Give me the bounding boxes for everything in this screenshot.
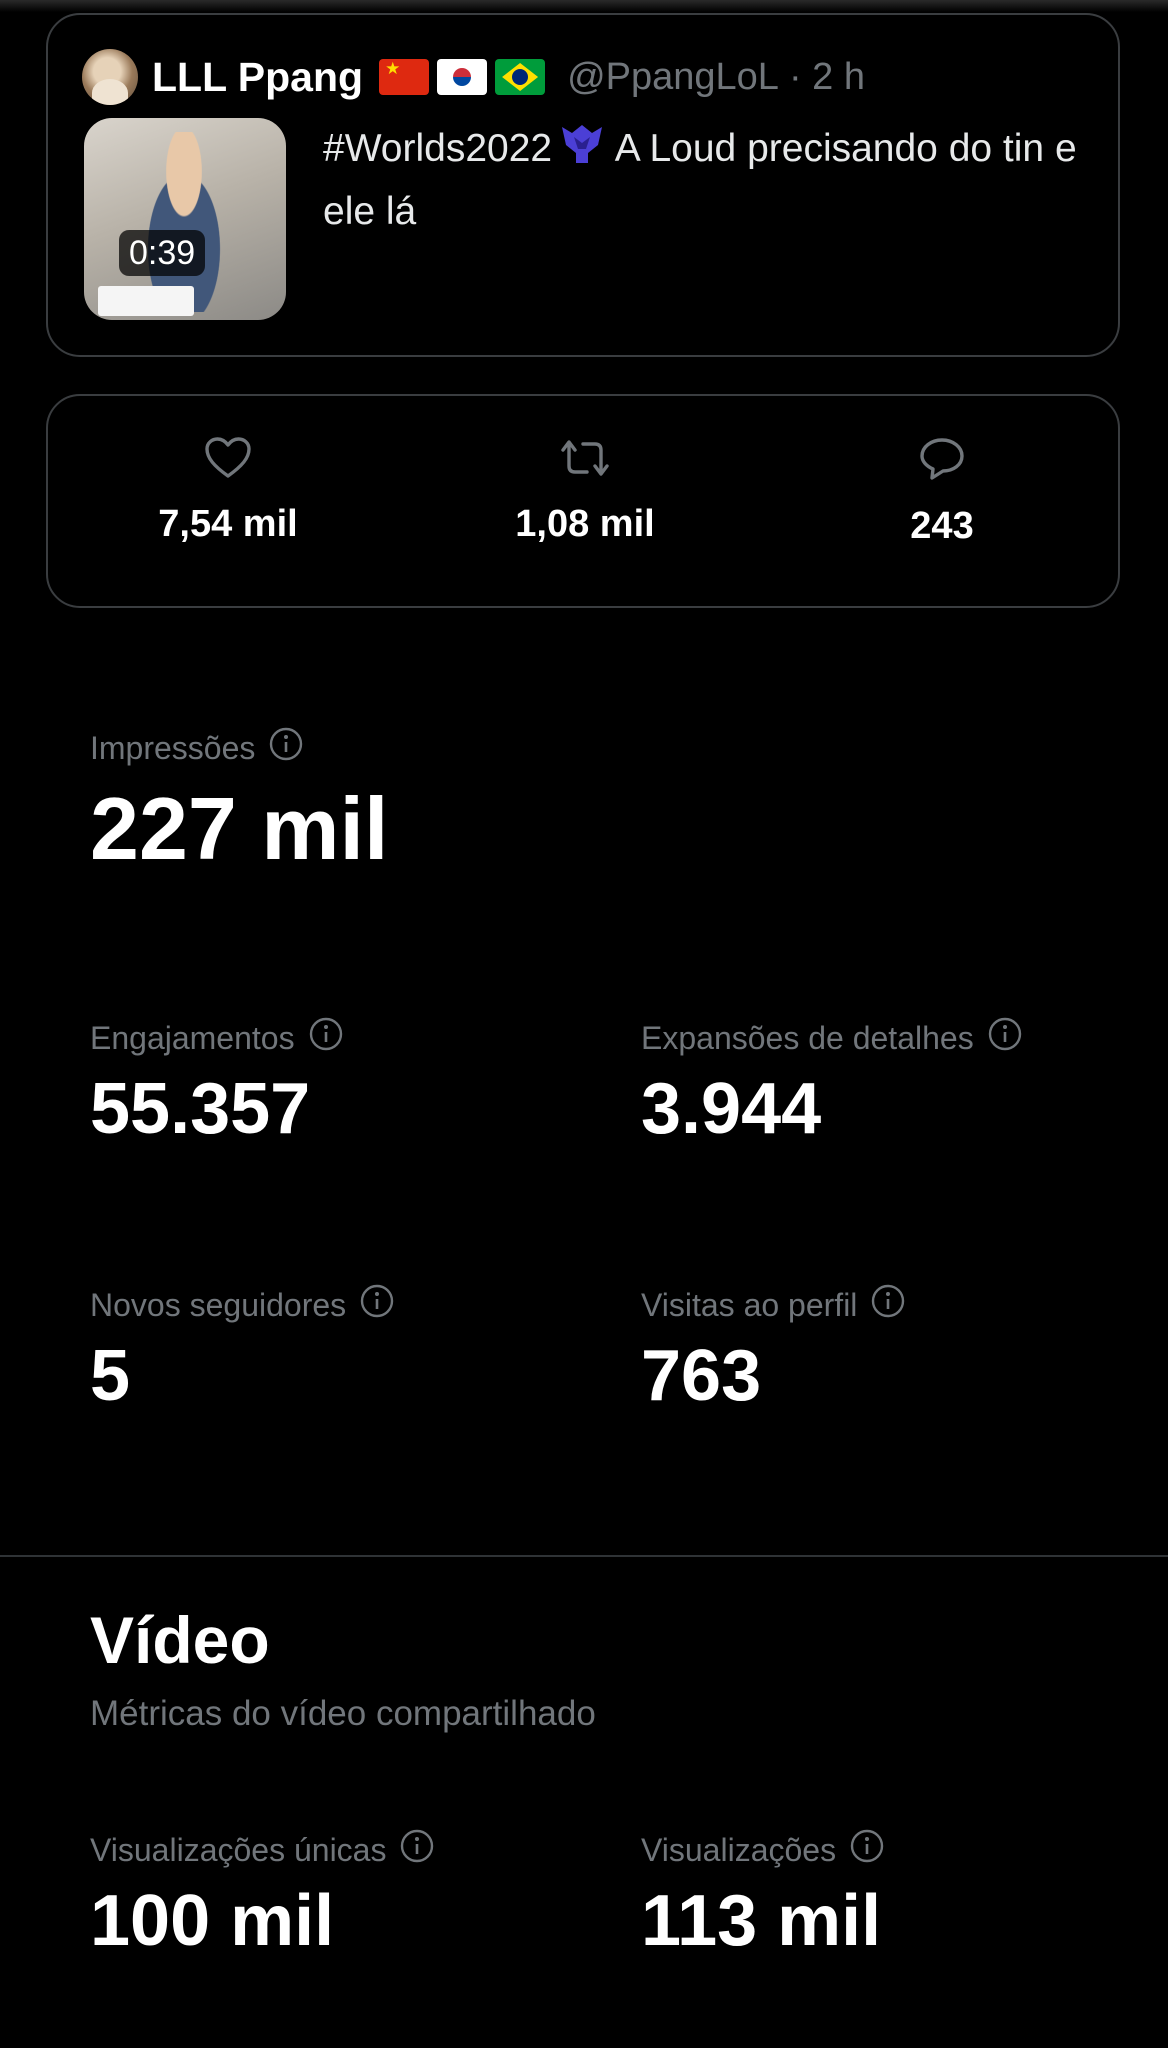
thumbnail-person xyxy=(128,132,240,312)
replies-stat[interactable]: 243 xyxy=(792,436,1092,548)
tweet-text: #Worlds2022 A Loud precisando do tin e e… xyxy=(323,120,1083,240)
retweets-count: 1,08 mil xyxy=(515,503,655,545)
retweets-stat[interactable]: 1,08 mil xyxy=(435,436,735,546)
handle[interactable]: @PpangLoL xyxy=(567,56,779,99)
engagements-value: 55.357 xyxy=(90,1069,311,1149)
flags xyxy=(379,59,546,95)
reply-icon xyxy=(792,436,1092,487)
new-followers-metric: Novos seguidores 5 xyxy=(90,1284,394,1416)
engagements-metric: Engajamentos 55.357 xyxy=(90,1017,343,1149)
timestamp: · 2 h xyxy=(788,55,865,98)
likes-count: 7,54 mil xyxy=(158,503,298,545)
impressions-label: Impressões xyxy=(90,729,256,766)
china-flag-icon xyxy=(379,59,430,95)
heart-icon xyxy=(78,436,378,485)
south-korea-flag-icon xyxy=(437,59,488,95)
info-icon[interactable] xyxy=(269,727,303,769)
unique-views-metric: Visualizações únicas 100 mil xyxy=(90,1829,434,1961)
info-icon[interactable] xyxy=(871,1284,905,1326)
info-icon[interactable] xyxy=(309,1017,343,1059)
detail-expands-metric: Expansões de detalhes 3.944 xyxy=(641,1017,1022,1149)
replies-count: 243 xyxy=(910,505,974,547)
thumbnail-caption-box xyxy=(98,286,194,316)
profile-visits-metric: Visitas ao perfil 763 xyxy=(641,1284,905,1416)
profile-visits-label: Visitas ao perfil xyxy=(641,1286,858,1323)
new-followers-label: Novos seguidores xyxy=(90,1286,347,1323)
detail-expands-label: Expansões de detalhes xyxy=(641,1019,974,1056)
info-icon[interactable] xyxy=(360,1284,394,1326)
views-metric: Visualizações 113 mil xyxy=(641,1829,884,1961)
retweet-icon xyxy=(435,436,735,485)
info-icon[interactable] xyxy=(988,1017,1022,1059)
tweet-header: LLL Ppang @PpangLoL · 2 h xyxy=(82,49,865,105)
top-edge xyxy=(0,0,1168,12)
avatar[interactable] xyxy=(82,49,138,105)
video-section-subtitle: Métricas do vídeo compartilhado xyxy=(90,1694,596,1733)
video-thumbnail[interactable]: 0:39 xyxy=(84,118,286,320)
unique-views-value: 100 mil xyxy=(90,1881,335,1961)
section-divider xyxy=(0,1555,1168,1557)
views-value: 113 mil xyxy=(641,1881,882,1961)
worlds-trophy-icon xyxy=(558,123,606,183)
new-followers-value: 5 xyxy=(90,1336,131,1416)
detail-expands-value: 3.944 xyxy=(641,1069,822,1149)
tweet-card[interactable]: LLL Ppang @PpangLoL · 2 h 0:39 #Worlds20… xyxy=(46,13,1120,357)
video-section-title: Vídeo xyxy=(90,1603,270,1677)
engagement-card: 7,54 mil 1,08 mil 243 xyxy=(46,394,1120,608)
display-name[interactable]: LLL Ppang xyxy=(152,54,363,101)
hashtag-link[interactable]: #Worlds2022 xyxy=(323,127,552,170)
unique-views-label: Visualizações únicas xyxy=(90,1831,387,1868)
brazil-flag-icon xyxy=(495,59,546,95)
engagements-label: Engajamentos xyxy=(90,1019,295,1056)
likes-stat[interactable]: 7,54 mil xyxy=(78,436,378,546)
impressions-value: 227 mil xyxy=(90,779,389,878)
impressions-metric: Impressões 227 mil xyxy=(90,727,388,877)
video-duration: 0:39 xyxy=(119,230,206,276)
info-icon[interactable] xyxy=(400,1829,434,1871)
views-label: Visualizações xyxy=(641,1831,837,1868)
profile-visits-value: 763 xyxy=(641,1336,762,1416)
info-icon[interactable] xyxy=(850,1829,884,1871)
